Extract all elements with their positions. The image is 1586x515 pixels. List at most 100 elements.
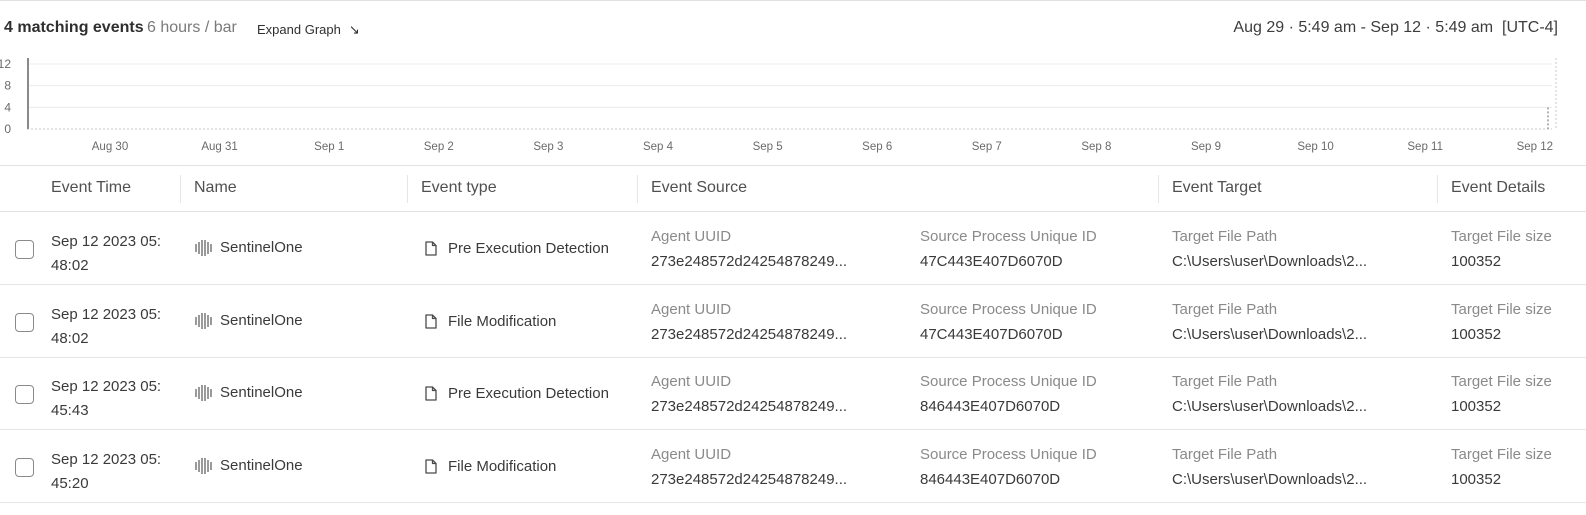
x-tick-label: Sep 3 xyxy=(533,141,563,153)
event-type: Pre Execution Detection xyxy=(425,385,609,402)
column-header-name[interactable]: Name xyxy=(194,179,237,197)
target-file-path-label: Target File Path xyxy=(1172,373,1278,390)
agent-uuid-label: Agent UUID xyxy=(651,301,732,318)
row-checkbox[interactable] xyxy=(15,458,34,477)
x-tick-label: Sep 7 xyxy=(972,141,1002,153)
x-tick-label: Sep 8 xyxy=(1081,141,1111,153)
agent-uuid-value[interactable]: 273e248572d24254878249... xyxy=(651,467,901,492)
source-process-value[interactable]: 846443E407D6070D xyxy=(920,394,1150,419)
event-time-line2: 45:43 xyxy=(51,402,89,419)
column-header-event-details[interactable]: Event Details xyxy=(1451,179,1545,197)
target-file-size-label: Target File size xyxy=(1451,228,1552,245)
target-file-size-cell: Target File size 100352 xyxy=(1451,224,1586,274)
agent-uuid-label: Agent UUID xyxy=(651,446,732,463)
event-histogram[interactable]: 12 8 4 0 Aug 30 Aug 31 Sep 1 Sep 2 Sep 3 Sep 4 Sep… xyxy=(0,56,1586,160)
event-time: Sep 12 2023 05: 48:02 xyxy=(51,230,179,278)
x-tick-label: Sep 12 xyxy=(1517,141,1553,153)
event-name: SentinelOne xyxy=(195,457,303,474)
target-file-path-value[interactable]: C:\Users\user\Downloads\2... xyxy=(1172,322,1432,347)
source-process-cell: Source Process Unique ID 846443E407D6070… xyxy=(920,369,1150,419)
event-name: SentinelOne xyxy=(195,239,303,256)
histogram-header: 4 matching events 6 hours / bar Expand G… xyxy=(0,0,1586,56)
x-tick-label: Sep 11 xyxy=(1407,141,1443,153)
event-type: File Modification xyxy=(425,458,556,475)
table-row[interactable]: Sep 12 2023 05: 45:20 SentinelOne File M… xyxy=(0,431,1586,503)
table-row[interactable]: Sep 12 2023 05: 45:43 SentinelOne Pre Ex… xyxy=(0,358,1586,430)
target-file-size-value: 100352 xyxy=(1451,471,1502,488)
source-process-label: Source Process Unique ID xyxy=(920,446,1097,463)
date-range[interactable]: Aug 29 · 5:49 am - Sep 12 · 5:49 am [UTC… xyxy=(1233,19,1558,37)
histogram-chart[interactable]: 12 8 4 0 Aug 30 Aug 31 Sep 1 Sep 2 Sep 3 Sep 4 Sep… xyxy=(0,56,1586,160)
x-tick-label: Sep 4 xyxy=(643,141,674,153)
column-header-event-type[interactable]: Event type xyxy=(421,179,497,197)
table-header: Event Time Name Event type Event Source … xyxy=(0,166,1586,212)
event-time-line2: 48:02 xyxy=(51,330,89,347)
file-icon xyxy=(425,314,437,329)
agent-uuid-value[interactable]: 273e248572d24254878249... xyxy=(651,322,901,347)
source-process-cell: Source Process Unique ID 47C443E407D6070… xyxy=(920,224,1150,274)
agent-uuid-cell: Agent UUID 273e248572d24254878249... xyxy=(651,369,901,419)
column-header-event-time[interactable]: Event Time xyxy=(51,179,131,197)
y-tick-label: 12 xyxy=(0,57,11,71)
agent-uuid-value[interactable]: 273e248572d24254878249... xyxy=(651,394,901,419)
x-tick-label: Sep 1 xyxy=(314,141,344,153)
target-file-path-cell: Target File Path C:\Users\user\Downloads… xyxy=(1172,297,1432,347)
row-checkbox[interactable] xyxy=(15,385,34,404)
event-time-line1: Sep 12 2023 05: xyxy=(51,306,162,323)
column-divider[interactable] xyxy=(180,175,181,203)
column-divider[interactable] xyxy=(407,175,408,203)
event-name-text: SentinelOne xyxy=(220,312,303,329)
x-tick-label: Sep 9 xyxy=(1191,141,1221,153)
column-divider[interactable] xyxy=(1437,175,1438,203)
agent-uuid-cell: Agent UUID 273e248572d24254878249... xyxy=(651,297,901,347)
matching-events-count: 4 matching events xyxy=(4,19,144,36)
event-time-line2: 48:02 xyxy=(51,257,89,274)
file-icon xyxy=(425,386,437,401)
target-file-path-value[interactable]: C:\Users\user\Downloads\2... xyxy=(1172,394,1432,419)
target-file-size-value: 100352 xyxy=(1451,398,1502,415)
x-tick-label: Sep 5 xyxy=(753,141,783,153)
event-name: SentinelOne xyxy=(195,312,303,329)
agent-uuid-label: Agent UUID xyxy=(651,373,732,390)
row-checkbox[interactable] xyxy=(15,313,34,332)
sentinelone-icon xyxy=(195,457,212,474)
bar-interval: 6 hours / bar xyxy=(147,19,237,36)
column-header-event-source[interactable]: Event Source xyxy=(651,179,747,197)
source-process-value[interactable]: 47C443E407D6070D xyxy=(920,322,1150,347)
source-process-value[interactable]: 846443E407D6070D xyxy=(920,467,1150,492)
event-time-line1: Sep 12 2023 05: xyxy=(51,378,162,395)
target-file-size-value: 100352 xyxy=(1451,253,1502,270)
target-file-size-cell: Target File size 100352 xyxy=(1451,442,1586,492)
target-file-path-cell: Target File Path C:\Users\user\Downloads… xyxy=(1172,369,1432,419)
x-tick-label: Aug 31 xyxy=(201,141,237,153)
expand-graph-button[interactable]: Expand Graph ↘ xyxy=(257,22,360,38)
row-checkbox[interactable] xyxy=(15,240,34,259)
source-process-label: Source Process Unique ID xyxy=(920,301,1097,318)
y-tick-label: 8 xyxy=(4,79,11,93)
sentinelone-icon xyxy=(195,312,212,329)
target-file-path-cell: Target File Path C:\Users\user\Downloads… xyxy=(1172,442,1432,492)
agent-uuid-cell: Agent UUID 273e248572d24254878249... xyxy=(651,224,901,274)
agent-uuid-value[interactable]: 273e248572d24254878249... xyxy=(651,249,901,274)
event-time: Sep 12 2023 05: 45:20 xyxy=(51,448,179,496)
target-file-size-value: 100352 xyxy=(1451,326,1502,343)
source-process-value[interactable]: 47C443E407D6070D xyxy=(920,249,1150,274)
event-time: Sep 12 2023 05: 45:43 xyxy=(51,375,179,423)
agent-uuid-cell: Agent UUID 273e248572d24254878249... xyxy=(651,442,901,492)
column-header-event-target[interactable]: Event Target xyxy=(1172,179,1262,197)
sentinelone-icon xyxy=(195,239,212,256)
column-divider[interactable] xyxy=(1158,175,1159,203)
event-type-text: File Modification xyxy=(448,458,557,475)
arrow-down-right-icon: ↘ xyxy=(348,22,360,37)
target-file-path-value[interactable]: C:\Users\user\Downloads\2... xyxy=(1172,249,1432,274)
column-divider[interactable] xyxy=(637,175,638,203)
target-file-path-value[interactable]: C:\Users\user\Downloads\2... xyxy=(1172,467,1432,492)
table-row[interactable]: Sep 12 2023 05: 48:02 SentinelOne File M… xyxy=(0,286,1586,358)
x-tick-label: Sep 10 xyxy=(1297,141,1333,153)
event-name-text: SentinelOne xyxy=(220,239,303,256)
target-file-size-label: Target File size xyxy=(1451,446,1552,463)
table-row[interactable]: Sep 12 2023 05: 48:02 SentinelOne Pre Ex… xyxy=(0,213,1586,285)
target-file-size-label: Target File size xyxy=(1451,301,1552,318)
agent-uuid-label: Agent UUID xyxy=(651,228,732,245)
file-icon xyxy=(425,459,437,474)
